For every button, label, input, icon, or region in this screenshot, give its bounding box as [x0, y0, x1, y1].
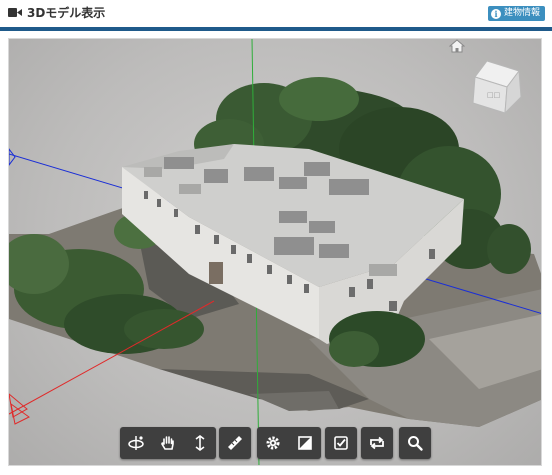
- zoom-button[interactable]: [184, 427, 216, 459]
- reset-view-icon: [370, 436, 384, 450]
- search-button[interactable]: [399, 427, 431, 459]
- contrast-icon: [298, 436, 312, 450]
- ruler-icon: [228, 436, 242, 450]
- page-title: 3Dモデル表示: [27, 6, 106, 20]
- checkbox-icon: [334, 436, 348, 450]
- select-button[interactable]: [325, 427, 357, 459]
- panel-header: 3Dモデル表示 i 建物情報: [0, 0, 552, 27]
- orbit-icon: [128, 436, 144, 450]
- reset-view-button[interactable]: [361, 427, 393, 459]
- measure-toolbar-group: [219, 427, 251, 459]
- navigation-toolbar-group: [120, 427, 216, 459]
- settings-button[interactable]: [257, 427, 289, 459]
- home-icon[interactable]: [449, 39, 465, 53]
- header-divider: [0, 27, 552, 31]
- 3d-viewer-canvas[interactable]: □□: [8, 38, 542, 466]
- display-mode-button[interactable]: [289, 427, 321, 459]
- orbit-button[interactable]: [120, 427, 152, 459]
- building-info-button[interactable]: i 建物情報: [487, 6, 545, 21]
- search-toolbar-group: [399, 427, 431, 459]
- search-icon: [408, 436, 423, 451]
- pan-button[interactable]: [152, 427, 184, 459]
- building-info-label: 建物情報: [503, 8, 540, 18]
- 3d-scene[interactable]: [9, 39, 542, 466]
- info-icon: i: [490, 8, 501, 19]
- view-toolbar-group: [361, 427, 393, 459]
- video-camera-icon: [8, 8, 22, 17]
- settings-toolbar-group: [257, 427, 321, 459]
- select-toolbar-group: [325, 427, 357, 459]
- zoom-vertical-icon: [195, 435, 205, 451]
- measure-button[interactable]: [219, 427, 251, 459]
- pan-hand-icon: [161, 436, 174, 450]
- gear-icon: [266, 436, 280, 450]
- view-cube[interactable]: □□: [467, 57, 527, 117]
- axis-gizmo-blue: [9, 148, 16, 166]
- svg-text:□□: □□: [487, 91, 500, 99]
- viewer-toolbar: [9, 427, 541, 459]
